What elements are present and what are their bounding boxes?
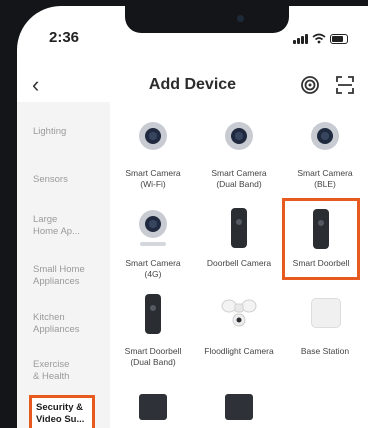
doorbell-icon xyxy=(145,294,161,334)
device-smart-doorbell-dual-band[interactable]: Smart Doorbell (Dual Band) xyxy=(110,290,196,374)
signal-icon xyxy=(297,38,300,44)
notch xyxy=(125,6,289,33)
sidebar-item-kitchen-appliances[interactable]: Kitchen Appliances xyxy=(33,312,109,336)
device-label: Floodlight Camera xyxy=(204,346,274,356)
sidebar-item-large-home-appliances[interactable]: Large Home Ap... xyxy=(33,214,109,238)
qr-scan-icon[interactable] xyxy=(335,75,355,95)
device-label: Smart Camera (BLE) xyxy=(297,168,353,189)
signal-icon xyxy=(293,40,296,44)
sidebar-item-lighting[interactable]: Lighting xyxy=(33,126,109,138)
camera-icon xyxy=(225,122,253,150)
sidebar-item-sensors[interactable]: Sensors xyxy=(33,174,109,186)
device-smart-camera-4g[interactable]: Smart Camera (4G) xyxy=(110,200,196,300)
doorbell-icon xyxy=(231,208,247,248)
front-camera xyxy=(237,15,244,22)
camera-icon xyxy=(139,122,167,150)
device-label: Smart Camera (Wi-Fi) xyxy=(125,168,181,189)
camera-icon xyxy=(311,122,339,150)
hub-icon xyxy=(225,394,253,420)
device-label: Smart Camera (4G) xyxy=(125,258,181,279)
nav-bar: ‹ Add Device xyxy=(17,66,368,102)
device-label: Smart Doorbell (Dual Band) xyxy=(124,346,182,367)
wifi-icon xyxy=(312,32,326,47)
hub-icon xyxy=(139,394,167,420)
device-base-station[interactable]: Base Station xyxy=(282,290,368,374)
sidebar-item-exercise-health[interactable]: Exercise & Health xyxy=(33,359,109,383)
phone-screen: 2:36 ‹ Add Device Lighting Sensors Large… xyxy=(17,6,368,428)
device-smart-doorbell[interactable]: Smart Doorbell xyxy=(282,198,360,280)
sidebar-item-security-video[interactable]: Security & Video Su... xyxy=(29,395,95,428)
device-smart-camera-dual-band[interactable]: Smart Camera (Dual Band) xyxy=(196,114,282,194)
device-grid: Smart Camera (Wi-Fi) Smart Camera (Dual … xyxy=(110,102,368,428)
device-label: Smart Camera (Dual Band) xyxy=(211,168,267,189)
signal-icon xyxy=(305,34,308,44)
device-hub-2[interactable] xyxy=(196,388,282,428)
device-label: Base Station xyxy=(300,346,350,356)
device-hub-1[interactable] xyxy=(110,388,196,428)
signal-icon xyxy=(301,36,304,44)
doorbell-icon xyxy=(313,209,329,249)
floodlight-icon xyxy=(221,296,257,333)
radar-scan-icon[interactable] xyxy=(300,75,320,95)
device-doorbell-camera[interactable]: Doorbell Camera xyxy=(196,200,282,300)
device-smart-camera-ble[interactable]: Smart Camera (BLE) xyxy=(282,114,368,194)
base-station-icon xyxy=(311,298,341,328)
device-smart-camera-wifi[interactable]: Smart Camera (Wi-Fi) xyxy=(110,114,196,194)
category-sidebar: Lighting Sensors Large Home Ap... Small … xyxy=(17,102,110,428)
device-label: Doorbell Camera xyxy=(206,258,272,268)
battery-icon xyxy=(330,34,348,44)
status-time: 2:36 xyxy=(49,29,80,46)
device-floodlight-camera[interactable]: Floodlight Camera xyxy=(196,290,282,374)
sidebar-item-small-home-appliances[interactable]: Small Home Appliances xyxy=(33,264,109,288)
camera-icon xyxy=(139,210,167,238)
status-indicators xyxy=(293,28,363,46)
device-label: Smart Doorbell xyxy=(292,258,350,268)
camera-stand xyxy=(140,242,166,246)
